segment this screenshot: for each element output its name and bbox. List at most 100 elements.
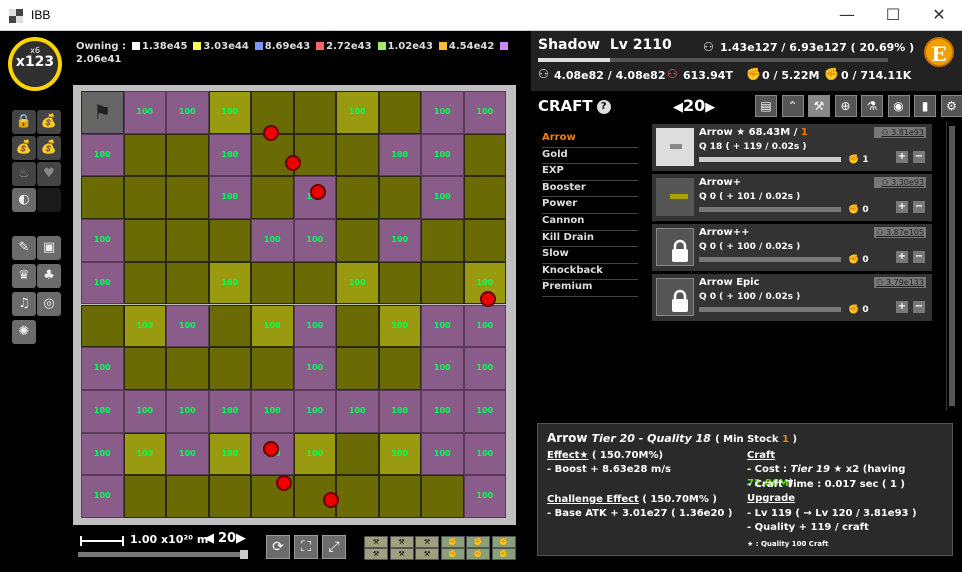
skill-slot-button[interactable]: ⚒ [389, 536, 414, 548]
plus-button[interactable]: + [896, 301, 908, 313]
board-cell[interactable]: 100 [293, 219, 336, 262]
board-cell[interactable] [378, 347, 421, 390]
trophy-icon[interactable]: ♛ [12, 264, 36, 288]
skill-slot-button[interactable]: ⚒ [364, 536, 388, 548]
board-cell[interactable]: 100 [81, 432, 124, 476]
board-cell[interactable]: 100 [81, 219, 124, 262]
minus-button[interactable]: − [913, 201, 925, 213]
level-badge[interactable]: x6 x123 [8, 37, 62, 91]
board-cell[interactable] [293, 133, 336, 177]
board-cell[interactable]: 100 [293, 389, 336, 433]
category-item[interactable]: Arrow [542, 131, 638, 148]
board-cell[interactable] [208, 219, 251, 262]
board-cell[interactable] [378, 91, 421, 134]
board-cell[interactable] [336, 347, 379, 390]
board-cell[interactable] [208, 475, 251, 518]
board-cell[interactable] [166, 347, 209, 390]
board-cell[interactable]: 100 [81, 133, 124, 177]
board-cell[interactable]: 100 [336, 91, 379, 134]
board-cell[interactable]: 100 [293, 347, 336, 390]
board-cell[interactable] [123, 261, 166, 305]
tree-icon[interactable]: ♣ [37, 264, 61, 288]
board-cell[interactable]: 100 [208, 133, 251, 177]
swirl-icon[interactable]: ◐ [12, 188, 36, 212]
board-cell[interactable] [421, 219, 464, 262]
board-cell[interactable] [81, 304, 124, 348]
board-cell[interactable] [336, 176, 379, 220]
craft-item[interactable]: Arrow Epic Q 0 ( + 100 / 0.02s ) ✊ 0 ⚇ 3.79… [652, 274, 932, 321]
board-cell[interactable]: 100 [336, 389, 379, 433]
board-cell[interactable] [336, 432, 379, 476]
plus-button[interactable]: + [896, 251, 908, 263]
board-cell[interactable] [251, 176, 294, 220]
board-cell[interactable]: 100 [378, 389, 421, 433]
board-cell[interactable]: 100 [208, 176, 251, 220]
board-cell[interactable] [463, 133, 506, 177]
board-cell[interactable]: 100 [81, 261, 124, 305]
board-cell[interactable] [166, 176, 209, 220]
tier-left-arrow-icon[interactable]: ◀ [673, 100, 683, 115]
board-cell[interactable]: 100 [463, 91, 506, 134]
board-cell[interactable]: 100 [378, 219, 421, 262]
category-item[interactable]: Knockback [542, 264, 638, 281]
minus-button[interactable]: − [913, 301, 925, 313]
skill-slot-button[interactable]: ✊ [491, 536, 516, 548]
skill-slot-button[interactable]: ⚒ [389, 548, 414, 560]
board-cell[interactable]: 100 [293, 304, 336, 348]
board-cell[interactable]: 100 [336, 261, 379, 305]
board-cell[interactable]: 100 [463, 475, 506, 518]
zoom-slider-handle[interactable] [240, 550, 248, 559]
board-cell[interactable]: 100 [123, 304, 166, 348]
board-cell[interactable] [166, 261, 209, 305]
category-item[interactable]: Kill Drain [542, 231, 638, 248]
tab-target-icon[interactable]: ⊕ [834, 95, 857, 117]
tab-gear-icon[interactable]: ⚙ [940, 95, 962, 117]
tab-globe-icon[interactable]: ◉ [887, 95, 910, 117]
money-bag-alt-icon[interactable]: 💰 [37, 136, 61, 160]
board-cell[interactable]: 100 [421, 91, 464, 134]
zoom-slider[interactable] [78, 550, 248, 559]
board-cell[interactable] [166, 219, 209, 262]
board-cell[interactable]: 100 [123, 432, 166, 476]
board-cell[interactable] [421, 475, 464, 518]
board-cell[interactable]: 100 [463, 432, 506, 476]
board-cell[interactable] [123, 176, 166, 220]
board-cell[interactable]: 100 [421, 347, 464, 390]
tab-hammer-icon[interactable]: ⚒ [808, 95, 830, 117]
skill-slot-button[interactable]: ✊ [440, 548, 465, 560]
category-item[interactable]: Slow [542, 247, 638, 264]
board-cell[interactable]: 100 [463, 347, 506, 390]
flame-icon[interactable]: ♨ [12, 162, 36, 186]
skill-slot-button[interactable]: ⚒ [415, 536, 439, 548]
tier-right-arrow-icon[interactable]: ▶ [705, 100, 715, 115]
board-cell[interactable]: 100 [293, 432, 336, 476]
board-cell[interactable]: 100 [421, 304, 464, 348]
skill-slot-button[interactable]: ✊ [466, 536, 490, 548]
tab-chart-icon[interactable]: ▮ [914, 95, 936, 117]
board-cell[interactable]: 100 [378, 133, 421, 177]
minus-button[interactable]: − [913, 151, 925, 163]
board-cell[interactable] [336, 475, 379, 518]
spiral-icon[interactable]: ◎ [37, 292, 61, 316]
category-item[interactable]: EXP [542, 164, 638, 181]
board-cell[interactable]: 100 [421, 432, 464, 476]
board-cell[interactable]: 100 [123, 389, 166, 433]
category-item[interactable]: Premium [542, 280, 638, 297]
tab-chevrons-icon[interactable]: ⌃ [781, 95, 804, 117]
board-cell[interactable]: 100 [81, 389, 124, 433]
board-cell[interactable] [251, 347, 294, 390]
board-cell[interactable]: 100 [421, 389, 464, 433]
board-cell[interactable] [378, 261, 421, 305]
items-scrollbar[interactable] [946, 121, 956, 411]
board-cell[interactable] [123, 347, 166, 390]
close-button[interactable]: ✕ [916, 0, 962, 31]
minus-button[interactable]: − [913, 251, 925, 263]
speed-right-arrow-icon[interactable]: ▶ [236, 531, 246, 546]
skill-slot-button[interactable]: ✊ [491, 548, 516, 560]
board-cell[interactable] [123, 133, 166, 177]
board-cell[interactable]: 100 [166, 304, 209, 348]
category-item[interactable]: Cannon [542, 214, 638, 231]
board-cell[interactable]: 100 [208, 91, 251, 134]
board-cell[interactable]: 100 [378, 432, 421, 476]
money-bag-icon[interactable]: 💰 [37, 110, 61, 134]
